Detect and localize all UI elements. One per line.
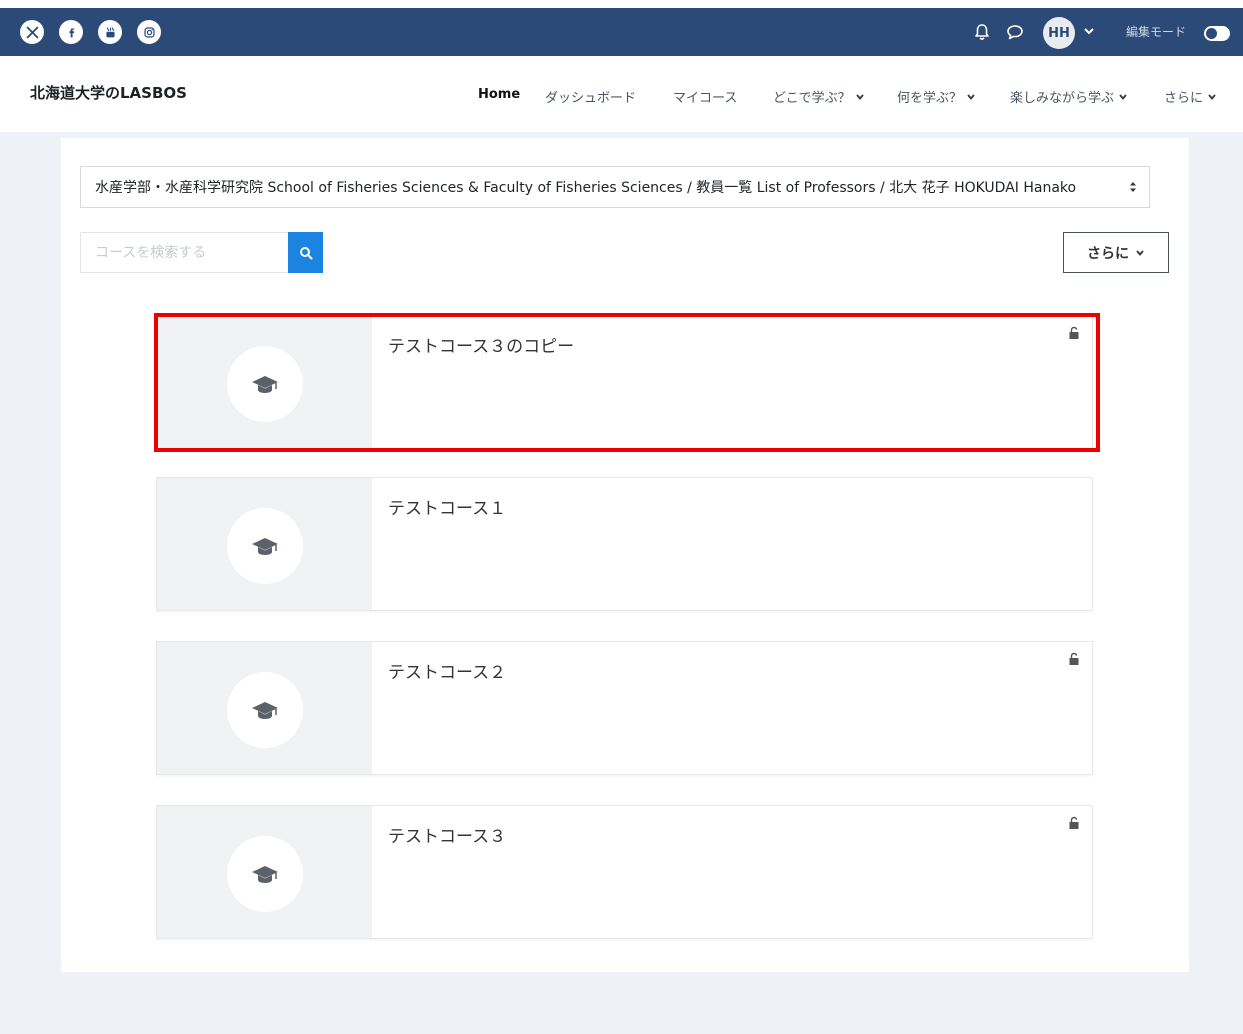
sort-arrows-icon [1130, 182, 1136, 192]
chevron-down-icon[interactable] [1083, 25, 1095, 37]
chevron-down-icon [967, 93, 975, 100]
course-title[interactable]: テストコース３ [388, 822, 506, 847]
course-card[interactable]: テストコース２ [156, 641, 1093, 775]
course-thumbnail [157, 316, 372, 448]
nav-home[interactable]: Home [478, 87, 520, 102]
edit-mode-toggle[interactable] [1204, 26, 1230, 41]
nav-fun[interactable]: 楽しみながら学ぶ [1010, 87, 1128, 106]
bell-icon[interactable] [972, 22, 992, 42]
top-strip [0, 0, 1243, 8]
course-thumbnail [157, 806, 372, 938]
nav-what-label: 何を学ぶ？ [897, 91, 963, 106]
graduation-cap-icon [252, 702, 278, 719]
course-icon-circle [227, 672, 303, 748]
nav-mycourses-label: マイコース [673, 91, 738, 106]
more-button-label: さらに [1087, 245, 1129, 262]
course-title[interactable]: テストコース３のコピー [388, 332, 574, 357]
instagram-icon[interactable] [137, 20, 161, 44]
avatar-initials: HH [1048, 25, 1070, 41]
course-card[interactable]: テストコース３ [156, 805, 1093, 939]
nav-where[interactable]: どこで学ぶ？ [773, 87, 865, 106]
nav-more-label: さらに [1164, 91, 1204, 106]
course-card[interactable]: テストコース１ [156, 477, 1093, 611]
graduation-cap-icon [252, 538, 278, 555]
course-title[interactable]: テストコース２ [388, 658, 506, 683]
chevron-down-icon [855, 93, 864, 100]
more-button[interactable]: さらに [1063, 232, 1169, 273]
search-button[interactable] [288, 232, 323, 273]
course-icon-circle [227, 346, 303, 422]
site-brand[interactable]: 北海道大学のLASBOS [30, 82, 187, 103]
nav-where-label: どこで学ぶ？ [773, 91, 851, 106]
nav-fun-label: 楽しみながら学ぶ [1010, 91, 1115, 106]
nav-dashboard-label: ダッシュボード [545, 91, 637, 106]
unlock-icon [1069, 816, 1079, 829]
course-thumbnail [157, 642, 372, 774]
nav-more[interactable]: さらに [1164, 87, 1217, 106]
category-select-value: 水産学部・水産科学研究院 School of Fisheries Science… [95, 180, 1077, 196]
category-select[interactable]: 水産学部・水産科学研究院 School of Fisheries Science… [80, 166, 1150, 208]
youtube-icon[interactable] [98, 20, 122, 44]
facebook-icon[interactable] [59, 20, 83, 44]
course-thumbnail [157, 478, 372, 610]
graduation-cap-icon [252, 866, 278, 883]
course-icon-circle [227, 508, 303, 584]
chevron-down-icon [1208, 93, 1216, 100]
nav-mycourses[interactable]: マイコース [673, 87, 737, 106]
course-title[interactable]: テストコース１ [388, 494, 506, 519]
unlock-icon [1069, 326, 1079, 339]
course-icon-circle [227, 836, 303, 912]
unlock-icon [1069, 652, 1079, 665]
search-icon [299, 246, 312, 259]
course-search-input[interactable] [80, 232, 289, 273]
top-header-bar: HH 編集モード [0, 8, 1243, 56]
course-card[interactable]: テストコース３のコピー [156, 315, 1093, 449]
message-icon[interactable] [1005, 22, 1025, 42]
chevron-down-icon [1119, 93, 1127, 100]
nav-dashboard[interactable]: ダッシュボード [545, 87, 636, 106]
x-icon[interactable] [20, 20, 44, 44]
nav-what[interactable]: 何を学ぶ？ [897, 87, 976, 106]
graduation-cap-icon [252, 376, 278, 393]
nav-home-label: Home [478, 87, 521, 102]
chevron-down-icon [1136, 249, 1144, 256]
primary-navbar: 北海道大学のLASBOS Home ダッシュボード マイコース どこで学ぶ？ 何… [0, 56, 1243, 132]
avatar[interactable]: HH [1043, 17, 1075, 49]
edit-mode-label: 編集モード [1126, 25, 1187, 39]
